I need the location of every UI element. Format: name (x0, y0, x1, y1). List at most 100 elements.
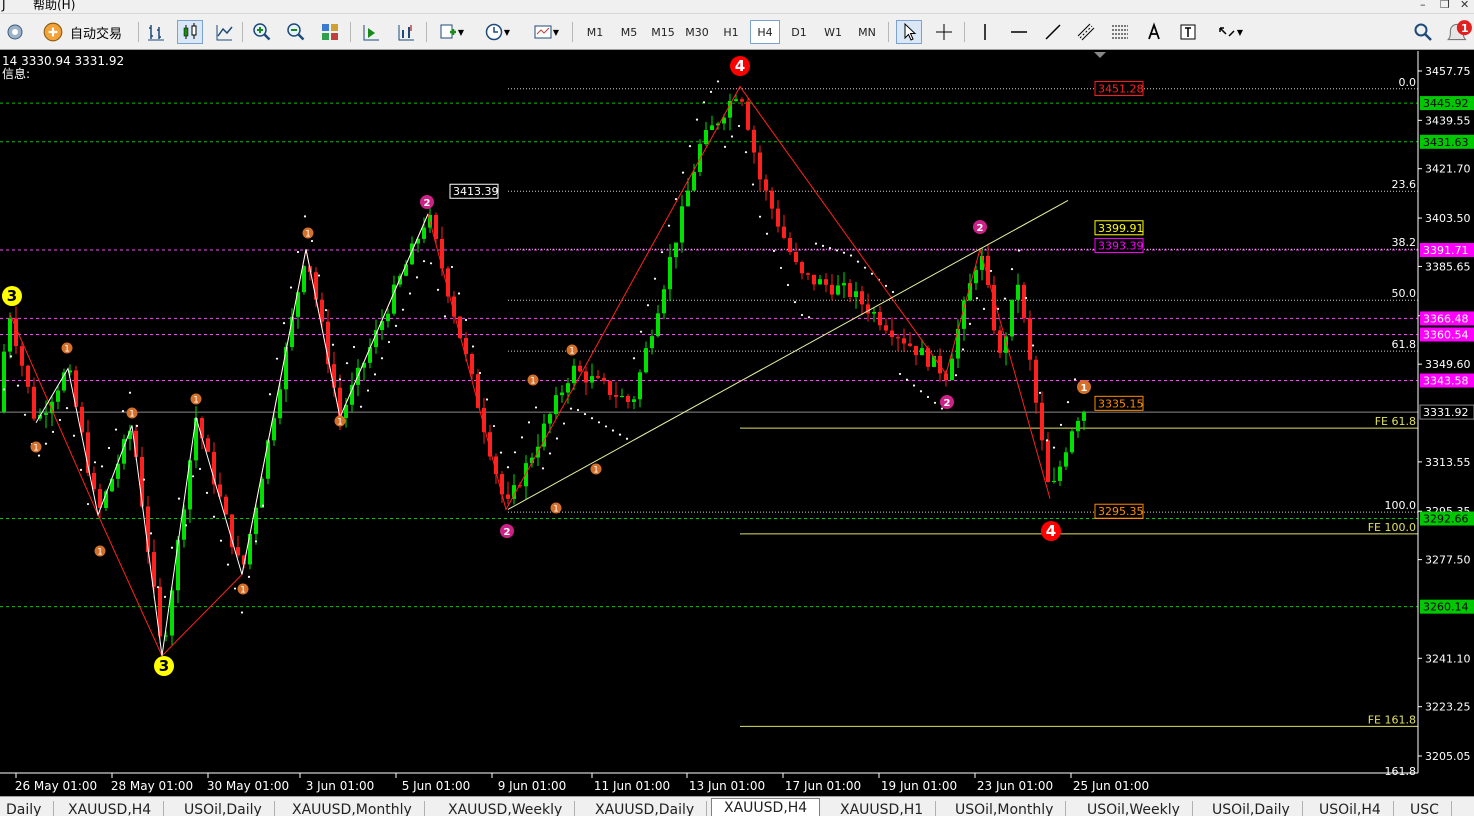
timeframe-m1[interactable]: M1 (580, 20, 610, 44)
timeframe-m5[interactable]: M5 (614, 20, 644, 44)
bar-chart-icon[interactable] (143, 20, 169, 44)
price-tick-label-0: 3457.75 (1425, 65, 1471, 78)
tab-chart-9[interactable]: USOil,Weekly (1075, 801, 1193, 816)
tab-chart-10[interactable]: USOil,Daily (1200, 801, 1303, 816)
tab-chart-4[interactable]: XAUUSD,Weekly (436, 801, 576, 816)
tab-chart-11[interactable]: USOil,H4 (1307, 801, 1394, 816)
time-tick-label-0: 26 May 01:00 (15, 779, 97, 793)
timeframe-m30[interactable]: M30 (682, 20, 712, 44)
cursor-icon[interactable] (896, 20, 922, 44)
templates-dropdown[interactable]: ▼ (526, 20, 566, 44)
sar-dot (709, 90, 713, 93)
sar-dot (226, 563, 230, 566)
sar-dot (611, 429, 615, 432)
chevron-down-icon: ▼ (503, 27, 511, 37)
tab-chart-6[interactable]: XAUUSD,H4 (711, 798, 821, 816)
text-label-icon[interactable] (1175, 20, 1201, 44)
tab-chart-1[interactable]: XAUUSD,H4 (56, 801, 165, 816)
sar-dot (170, 546, 174, 549)
minimize-icon[interactable]: – (1420, 0, 1426, 12)
options-icon[interactable] (2, 20, 28, 44)
sar-dot (870, 272, 874, 275)
level-tag-label-0: 3445.92 (1423, 97, 1469, 110)
sar-dot (842, 251, 846, 254)
time-tick-label-10: 23 Jun 01:00 (977, 779, 1053, 793)
auto-scroll-icon[interactable] (358, 20, 384, 44)
chart-canvas[interactable]: 0.0 23.6 38.2 50.0 61.8 100.0 FE 61.8 FE 100.0 F… (0, 51, 1474, 796)
timeframe-h4[interactable]: H4 (750, 20, 780, 44)
sar-dot (23, 413, 27, 416)
timeframe-m15[interactable]: M15 (648, 20, 678, 44)
candle (1016, 273, 1020, 314)
price-chart[interactable]: 0.0 23.6 38.2 50.0 61.8 100.0 FE 61.8 FE 100.0 F… (0, 51, 1474, 796)
periods-dropdown[interactable]: ▼ (479, 20, 515, 44)
close-icon[interactable]: ✕ (1460, 0, 1469, 12)
timeframe-d1[interactable]: D1 (784, 20, 814, 44)
restore-icon[interactable]: ❐ (1440, 0, 1450, 12)
chart-shift-icon[interactable] (393, 20, 419, 44)
crosshair-icon[interactable] (931, 20, 957, 44)
tab-chart-12[interactable]: USC (1398, 801, 1452, 816)
candle (356, 359, 360, 397)
candle (656, 304, 660, 338)
arrows-dropdown[interactable]: ▼ (1210, 20, 1250, 44)
tab-chart-7[interactable]: XAUUSD,H1 (828, 801, 937, 816)
text-icon[interactable] (1141, 20, 1167, 44)
candle (728, 93, 732, 131)
line-chart-icon[interactable] (211, 20, 237, 44)
sar-dot (121, 410, 125, 413)
fibonacci-icon[interactable] (1107, 20, 1133, 44)
sar-dot (401, 308, 405, 311)
sar-dot (436, 288, 440, 291)
price-box-label-1: 3413.39 (453, 185, 499, 198)
sar-dot (765, 232, 769, 235)
zoom-out-icon[interactable] (283, 20, 309, 44)
tab-chart-8[interactable]: USOil,Monthly (943, 801, 1067, 816)
equidistant-channel-icon[interactable] (1073, 20, 1099, 44)
sar-dot (289, 286, 293, 289)
candle (776, 200, 780, 233)
trendline-icon[interactable] (1040, 20, 1066, 44)
sar-dot (779, 266, 783, 270)
timeframe-h1[interactable]: H1 (716, 20, 746, 44)
tab-chart-2[interactable]: USOil,Daily (172, 801, 275, 816)
tile-windows-icon[interactable] (317, 20, 343, 44)
zigzag-white-line (35, 213, 429, 656)
sar-dot (744, 151, 748, 154)
subwave-marker-text-1: 1 (33, 444, 39, 454)
tab-chart-0[interactable]: Daily (0, 801, 55, 816)
sar-dot (793, 300, 797, 304)
sar-dot (975, 297, 979, 300)
menu-bar: J 帮助(H) – ❐ ✕ (0, 0, 1474, 14)
sar-dot (632, 357, 636, 360)
notifications-button[interactable]: 1 (1444, 20, 1474, 44)
tab-chart-3[interactable]: XAUUSD,Monthly (280, 801, 425, 816)
candle (740, 97, 744, 107)
zoom-in-icon[interactable] (249, 20, 275, 44)
candle (110, 477, 114, 492)
sar-dot (898, 372, 902, 376)
candle (128, 424, 132, 451)
timeframe-mn[interactable]: MN (852, 20, 882, 44)
tab-chart-5[interactable]: XAUUSD,Daily (583, 801, 708, 816)
menu-item-help[interactable]: 帮助(H) (33, 0, 75, 12)
search-icon[interactable] (1410, 20, 1436, 44)
candle (524, 455, 528, 500)
vertical-line-icon[interactable] (972, 20, 998, 44)
sar-dot (331, 343, 335, 346)
candle (26, 364, 30, 394)
candlestick-icon[interactable] (177, 20, 203, 44)
candle (710, 115, 714, 131)
candle (368, 338, 372, 369)
auto-trading-icon (43, 22, 63, 42)
auto-trading-button[interactable]: 自动交易 (34, 20, 130, 44)
sar-dot (317, 274, 321, 277)
timeframe-w1[interactable]: W1 (818, 20, 848, 44)
sar-dot (800, 313, 804, 317)
sar-dot (254, 540, 258, 543)
horizontal-line-icon[interactable] (1006, 20, 1032, 44)
indicators-dropdown[interactable]: ▼ (433, 20, 469, 44)
candle (650, 329, 654, 355)
menu-item-j[interactable]: J (2, 0, 6, 12)
level-tag-label-1: 3431.63 (1423, 136, 1469, 149)
